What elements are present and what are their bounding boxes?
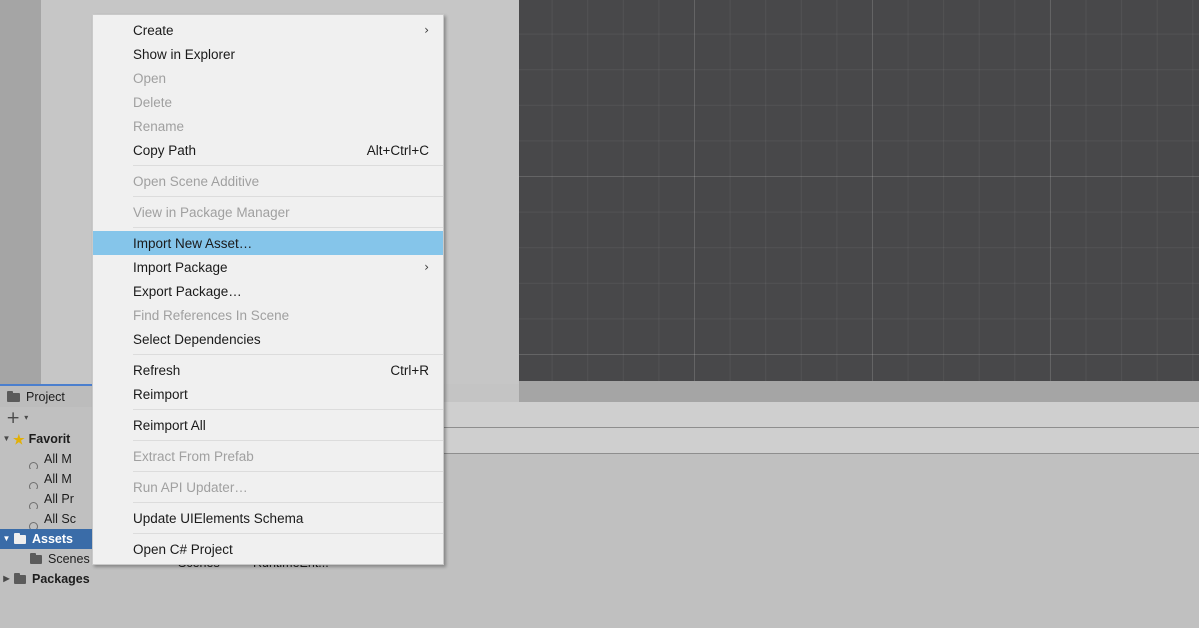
- menu-separator: [133, 440, 443, 441]
- menu-item-delete: Delete: [93, 90, 443, 114]
- star-icon: ★: [13, 431, 25, 447]
- menu-item-find-references-in-scene: Find References In Scene: [93, 303, 443, 327]
- tree-item-label: Packages: [32, 572, 90, 586]
- menu-item-label: Update UIElements Schema: [133, 510, 304, 526]
- menu-separator: [133, 533, 443, 534]
- menu-item-label: Reimport All: [133, 417, 206, 433]
- menu-item-import-package[interactable]: Import Package ›: [93, 255, 443, 279]
- chevron-right-icon: ›: [424, 260, 429, 274]
- menu-item-label: Rename: [133, 118, 185, 134]
- menu-item-label: Copy Path: [133, 142, 197, 158]
- menu-separator: [133, 227, 443, 228]
- menu-item-label: Show in Explorer: [133, 46, 236, 62]
- tree-item-label: Scenes: [48, 552, 90, 566]
- triangle-placeholder: ▼: [13, 495, 26, 503]
- scene-view-bottom-strip: [519, 381, 1199, 402]
- menu-item-shortcut: Alt+Ctrl+C: [366, 142, 429, 158]
- chevron-right-icon: ›: [424, 23, 429, 37]
- menu-item-reimport[interactable]: Reimport: [93, 382, 443, 406]
- menu-item-label: Delete: [133, 94, 173, 110]
- menu-item-extract-from-prefab: Extract From Prefab: [93, 444, 443, 468]
- menu-item-run-api-updater: Run API Updater…: [93, 475, 443, 499]
- scene-grid-major: [519, 0, 1199, 381]
- menu-item-show-in-explorer[interactable]: Show in Explorer: [93, 42, 443, 66]
- menu-separator: [133, 354, 443, 355]
- menu-item-label: Find References In Scene: [133, 307, 290, 323]
- menu-item-label: Run API Updater…: [133, 479, 248, 495]
- tree-item-label: Assets: [32, 532, 73, 546]
- menu-item-label: Import New Asset…: [133, 235, 253, 251]
- asset-context-menu[interactable]: Create › Show in Explorer Open Delete Rename C…: [92, 14, 444, 565]
- menu-item-import-new-asset[interactable]: Import New Asset…: [93, 231, 443, 255]
- triangle-placeholder: ▼: [16, 555, 29, 563]
- menu-item-label: Open: [133, 70, 167, 86]
- menu-item-rename: Rename: [93, 114, 443, 138]
- tree-item-packages[interactable]: ▶ Packages: [0, 569, 145, 589]
- menu-item-update-uielements-schema[interactable]: Update UIElements Schema: [93, 506, 443, 530]
- menu-item-label: Reimport: [133, 386, 188, 402]
- menu-item-refresh[interactable]: Refresh Ctrl+R: [93, 358, 443, 382]
- add-asset-button[interactable]: +: [6, 409, 20, 427]
- menu-separator: [133, 502, 443, 503]
- tree-item-label: All M: [44, 452, 72, 466]
- menu-item-view-in-package-manager: View in Package Manager: [93, 200, 443, 224]
- menu-item-label: Open C# Project: [133, 541, 233, 557]
- menu-item-copy-path[interactable]: Copy Path Alt+Ctrl+C: [93, 138, 443, 162]
- menu-item-label: Create: [133, 22, 174, 38]
- menu-item-open-scene-additive: Open Scene Additive: [93, 169, 443, 193]
- menu-separator: [133, 165, 443, 166]
- chevron-down-icon[interactable]: ▾: [24, 414, 28, 422]
- editor-left-dark-band: [0, 0, 41, 384]
- folder-icon: [7, 391, 20, 402]
- folder-icon: [29, 553, 44, 565]
- triangle-right-icon[interactable]: ▶: [0, 575, 13, 583]
- menu-item-label: View in Package Manager: [133, 204, 290, 220]
- menu-item-label: Select Dependencies: [133, 331, 261, 347]
- menu-item-label: Extract From Prefab: [133, 448, 254, 464]
- tree-item-label: All Sc: [44, 512, 76, 526]
- menu-separator: [133, 196, 443, 197]
- tree-item-label: Favorit: [28, 432, 71, 446]
- tree-item-label: All Pr: [44, 492, 74, 506]
- triangle-placeholder: ▼: [13, 515, 26, 523]
- menu-separator: [133, 409, 443, 410]
- menu-item-label: Open Scene Additive: [133, 173, 260, 189]
- menu-item-export-package[interactable]: Export Package…: [93, 279, 443, 303]
- menu-item-select-dependencies[interactable]: Select Dependencies: [93, 327, 443, 351]
- menu-item-label: Refresh: [133, 362, 181, 378]
- menu-item-reimport-all[interactable]: Reimport All: [93, 413, 443, 437]
- triangle-down-icon[interactable]: ▼: [0, 535, 13, 543]
- scene-view[interactable]: [519, 0, 1199, 381]
- menu-separator: [133, 471, 443, 472]
- menu-item-open-c-project[interactable]: Open C# Project: [93, 537, 443, 561]
- menu-item-open: Open: [93, 66, 443, 90]
- triangle-placeholder: ▼: [13, 455, 26, 463]
- menu-item-label: Import Package: [133, 259, 228, 275]
- triangle-down-icon[interactable]: ▼: [0, 435, 13, 443]
- menu-item-shortcut: Ctrl+R: [390, 362, 429, 378]
- project-tab-label: Project: [26, 389, 65, 404]
- menu-item-label: Export Package…: [133, 283, 242, 299]
- tree-item-label: All M: [44, 472, 72, 486]
- folder-icon: [13, 573, 28, 585]
- triangle-placeholder: ▼: [13, 475, 26, 483]
- menu-item-create[interactable]: Create ›: [93, 18, 443, 42]
- folder-open-icon: [13, 533, 28, 545]
